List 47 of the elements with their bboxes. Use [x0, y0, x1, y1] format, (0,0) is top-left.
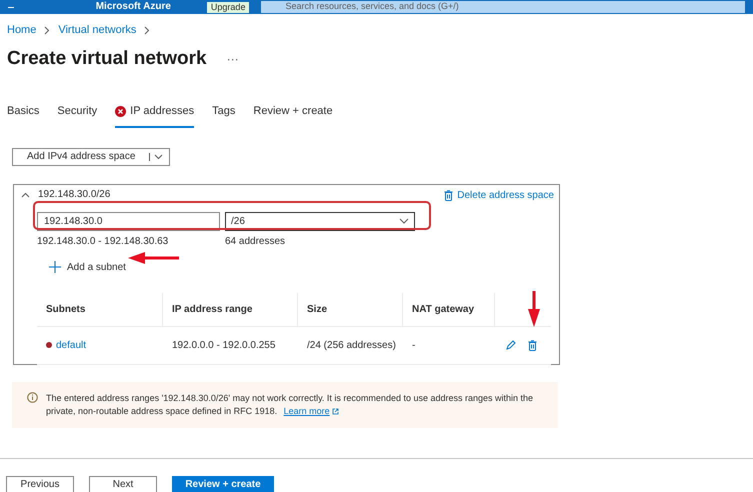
external-link-icon [332, 408, 340, 415]
table-cell-text: - [411, 338, 416, 352]
chevron-right-icon [44, 26, 50, 35]
more-icon[interactable]: ··· [226, 50, 239, 68]
learn-more-link[interactable]: Learn more [284, 406, 330, 416]
page-title: Create virtual network [7, 46, 207, 70]
error-icon [115, 106, 126, 117]
info-icon [27, 392, 38, 402]
pencil-icon[interactable] [506, 340, 516, 350]
chevron-up-icon[interactable] [21, 192, 30, 198]
pointer-arrow [128, 252, 180, 264]
trash-icon[interactable] [528, 340, 537, 350]
tab[interactable]: Review + create [253, 103, 333, 128]
address-range: 192.148.30.0 - 192.148.30.63 [37, 234, 170, 248]
tab[interactable]: IP addresses [115, 103, 194, 128]
upgrade-button[interactable]: Upgrade [206, 2, 250, 12]
chevron-down-icon [154, 154, 164, 160]
add-address-space-button[interactable]: Add IPv4 address space [12, 148, 170, 166]
delete-address-space-link[interactable]: Delete address space [444, 188, 554, 202]
footer-button[interactable]: Previous [6, 476, 74, 492]
pointer-arrow [528, 291, 540, 327]
address-space-title: 192.148.30.0/26 [38, 189, 110, 201]
column-header: Size [298, 292, 403, 326]
breadcrumb-link[interactable]: Virtual networks [58, 22, 136, 38]
trash-icon[interactable] [444, 190, 454, 200]
brand-name[interactable]: Microsoft Azure [96, 2, 171, 12]
add-subnet-button[interactable]: Add a subnet [49, 260, 126, 274]
address-count: 64 addresses [225, 234, 286, 248]
search-field[interactable]: Search resources, services, and docs (G+/) [261, 1, 745, 13]
address-input[interactable]: 192.148.30.0 [37, 212, 220, 230]
plus-icon [49, 261, 61, 273]
chevron-right-icon [144, 26, 150, 35]
column-header: NAT gateway [403, 292, 495, 326]
column-header: Subnets [37, 292, 163, 326]
column-header: IP address range [163, 292, 298, 326]
table-cell-text: /24 (256 addresses) [306, 338, 397, 352]
primary-button[interactable]: Review + create [172, 476, 274, 492]
subnet-link[interactable]: default [56, 338, 86, 352]
table-cell-text: 192.0.0.0 - 192.0.0.255 [171, 338, 276, 352]
breadcrumb-link[interactable]: Home [7, 22, 36, 38]
footer-button[interactable]: Next [89, 476, 157, 492]
tab[interactable]: Basics [7, 103, 40, 128]
prefix-dropdown[interactable]: /26 [225, 212, 415, 230]
warning-message: The entered address ranges '192.148.30.0/26' may not work correctly. It is recommended to use address ranges within the private, non-routable address space defined in RFC 1918. Learn more [46, 392, 534, 418]
tab[interactable]: Security [57, 103, 98, 128]
chevron-down-icon [399, 218, 409, 224]
tab[interactable]: Tags [212, 103, 236, 128]
